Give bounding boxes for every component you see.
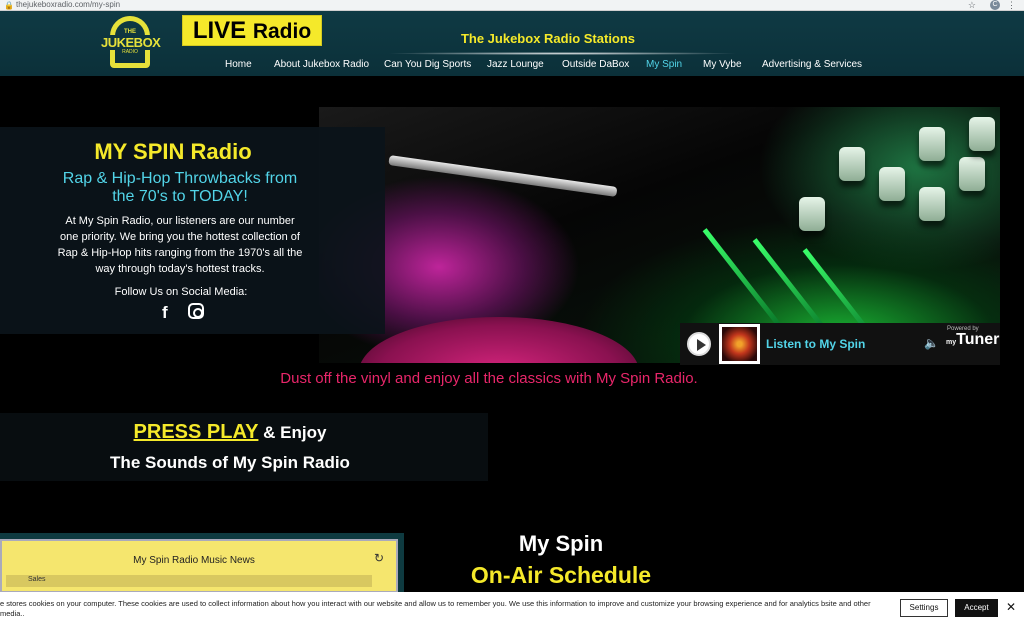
stations-title: The Jukebox Radio Stations [460, 31, 636, 46]
nav-advertising[interactable]: Advertising & Services [762, 59, 862, 70]
browser-address-bar[interactable]: 🔒 thejukeboxradio.com/my-spin ☆ C ⋮ [0, 0, 1024, 11]
station-description: At My Spin Radio, our listeners are our … [57, 215, 303, 275]
listen-link[interactable]: Listen to My Spin [766, 337, 865, 351]
live-text: LIVE [192, 17, 247, 44]
mixer-knob [959, 157, 985, 191]
nav-outside-dabox[interactable]: Outside DaBox [562, 59, 629, 70]
nav-my-spin[interactable]: My Spin [646, 59, 682, 70]
url-text[interactable]: thejukeboxradio.com/my-spin [16, 0, 120, 10]
press-play-link[interactable]: PRESS PLAY [134, 421, 259, 443]
profile-avatar[interactable]: C [990, 0, 1000, 10]
intro-panel: MY SPIN Radio Rap & Hip-Hop Throwbacks f… [0, 127, 385, 334]
press-play-subline: The Sounds of My Spin Radio [110, 453, 350, 472]
nav-jazz-lounge[interactable]: Jazz Lounge [487, 59, 544, 70]
press-play-banner: PRESS PLAY & Enjoy The Sounds of My Spin… [0, 413, 488, 481]
on-air-schedule-heading: My Spin On-Air Schedule [440, 531, 682, 589]
header-glow-divider [385, 52, 740, 55]
cookie-text: e stores cookies on your computer. These… [0, 599, 871, 618]
press-play-line: PRESS PLAY & Enjoy [0, 421, 460, 444]
logo-word: JUKEBOX [101, 35, 161, 50]
enjoy-text: & Enjoy [258, 423, 327, 442]
tagline: Dust off the vinyl and enjoy all the cla… [280, 370, 698, 387]
follow-label: Follow Us on Social Media: [114, 286, 248, 298]
station-artwork [719, 324, 760, 364]
mixer-knob [879, 167, 905, 201]
site-header: THE JUKEBOX RADIO LIVE Radio The Jukebox… [0, 11, 1024, 76]
artwork-image [722, 327, 757, 361]
mixer-fader [752, 238, 831, 336]
refresh-icon[interactable]: ↻ [374, 551, 384, 565]
tonearm [388, 155, 618, 197]
schedule-line2: On-Air Schedule [470, 562, 652, 588]
cookie-settings-button[interactable]: Settings [900, 599, 948, 617]
news-row[interactable]: Sales [6, 575, 372, 587]
cookie-accept-button[interactable]: Accept [955, 599, 998, 617]
mytuner-logo[interactable]: myTuner [946, 331, 999, 349]
browser-menu-icon[interactable]: ⋮ [1007, 0, 1016, 11]
schedule-line1: My Spin [518, 531, 604, 556]
mytuner-prefix: my [946, 339, 957, 346]
mixer-knob [839, 147, 865, 181]
facebook-icon[interactable]: f [162, 303, 168, 323]
page-subtitle: Rap & Hip-Hop Throwbacks from the 70's t… [62, 170, 298, 205]
mixer-fader [702, 228, 781, 326]
music-news-widget: My Spin Radio Music News ↻ Sales [0, 533, 404, 593]
main-nav: Home About Jukebox Radio Can You Dig Spo… [0, 59, 1024, 73]
play-button[interactable] [687, 332, 711, 356]
mixer-knob [919, 187, 945, 221]
mytuner-brand: Tuner [956, 331, 1000, 348]
social-links: f [160, 303, 220, 323]
nav-home[interactable]: Home [225, 59, 252, 70]
close-icon[interactable]: ✕ [1006, 600, 1016, 614]
live-radio-badge[interactable]: LIVE Radio [182, 15, 322, 46]
radio-text: Radio [252, 20, 312, 43]
cookie-banner: e stores cookies on your computer. These… [0, 592, 1024, 624]
nav-my-vybe[interactable]: My Vybe [703, 59, 742, 70]
instagram-icon[interactable] [188, 303, 204, 319]
volume-icon[interactable]: 🔈 [924, 336, 939, 350]
lock-icon: 🔒 [4, 1, 14, 10]
logo-radio: RADIO [122, 49, 138, 55]
news-title: My Spin Radio Music News [133, 555, 255, 566]
mixer-knob [969, 117, 995, 151]
nav-sports[interactable]: Can You Dig Sports [384, 59, 471, 70]
nav-about[interactable]: About Jukebox Radio [274, 59, 369, 70]
record-platter [359, 317, 639, 363]
mixer-knob [799, 197, 825, 231]
radio-player-widget: Listen to My Spin 🔈 Powered by myTuner [680, 323, 1000, 365]
mixer-knob [919, 127, 945, 161]
news-panel: My Spin Radio Music News ↻ Sales [0, 539, 398, 593]
page-title: MY SPIN Radio [94, 139, 252, 164]
news-row-label: Sales [28, 576, 46, 583]
bookmark-star-icon[interactable]: ☆ [968, 0, 976, 11]
